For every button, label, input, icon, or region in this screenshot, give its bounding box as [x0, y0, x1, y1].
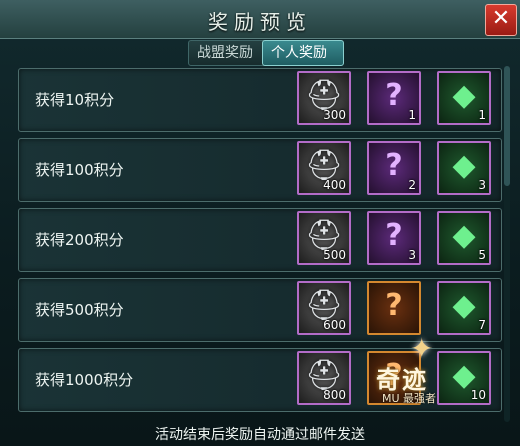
tab-alliance-rewards[interactable]: 战盟奖励	[188, 40, 268, 66]
reward-row: 获得100积分 ⛑ 400 ? 2 ◆ 3	[18, 138, 502, 202]
item-quantity: 1	[408, 108, 416, 122]
item-quantity: 1	[478, 108, 486, 122]
item-quantity: 5	[478, 248, 486, 262]
reward-slot[interactable]: ⛑ 600	[297, 281, 351, 335]
reward-threshold-label: 获得200积分	[35, 231, 124, 249]
item-quantity: 3	[408, 248, 416, 262]
reward-threshold-label: 获得10积分	[35, 91, 115, 109]
reward-threshold-label: 获得500积分	[35, 301, 124, 319]
reward-slot[interactable]: ⛑ 800	[297, 351, 351, 405]
item-quantity: 600	[323, 318, 346, 332]
reward-slot[interactable]: ⛑ 300	[297, 71, 351, 125]
title-bar: 奖励预览 ✕	[0, 0, 520, 39]
reward-row: 获得10积分 ⛑ 300 ? 1 ◆ 1	[18, 68, 502, 132]
reward-threshold-label: 获得100积分	[35, 161, 124, 179]
item-quantity: 3	[478, 178, 486, 192]
reward-slot[interactable]: ◆ 5	[437, 211, 491, 265]
logo-subtitle: MU 最强者	[382, 392, 437, 405]
reward-list-scrollbar[interactable]	[504, 66, 510, 422]
close-button[interactable]: ✕	[485, 4, 517, 36]
tab-personal-rewards[interactable]: 个人奖励	[262, 40, 344, 66]
reward-slot[interactable]: ◆ 7	[437, 281, 491, 335]
item-quantity: 300	[323, 108, 346, 122]
reward-preview-panel: 奖励预览 ✕ 战盟奖励 个人奖励 获得10积分 ⛑ 300 ? 1 ◆ 1 获得100…	[0, 0, 520, 446]
reward-row: 获得200积分 ⛑ 500 ? 3 ◆ 5	[18, 208, 502, 272]
reward-slot[interactable]: ? 3	[367, 211, 421, 265]
reward-slot[interactable]: ⛑ 500	[297, 211, 351, 265]
reward-slot[interactable]: ? 1	[367, 71, 421, 125]
footer-note: 活动结束后奖励自动通过邮件发送	[155, 427, 365, 443]
reward-slot[interactable]: ◆ 3	[437, 141, 491, 195]
orange-mystery-scroll-icon: ?	[385, 288, 403, 323]
reward-slot[interactable]: ?	[367, 281, 421, 335]
scrollbar-thumb[interactable]	[504, 66, 510, 186]
item-quantity: 7	[478, 318, 486, 332]
item-quantity: 800	[323, 388, 346, 402]
panel-title: 奖励预览	[208, 10, 312, 34]
item-quantity: 500	[323, 248, 346, 262]
reward-threshold-label: 获得1000积分	[35, 371, 134, 389]
reward-slot[interactable]: ◆ 1	[437, 71, 491, 125]
item-quantity: 2	[408, 178, 416, 192]
close-icon: ✕	[491, 6, 511, 31]
reward-slot[interactable]: ⛑ 400	[297, 141, 351, 195]
item-quantity: 400	[323, 178, 346, 192]
reward-slot[interactable]: ? 2	[367, 141, 421, 195]
game-logo-watermark: ✦ 奇迹 MU 最强者	[368, 330, 474, 420]
